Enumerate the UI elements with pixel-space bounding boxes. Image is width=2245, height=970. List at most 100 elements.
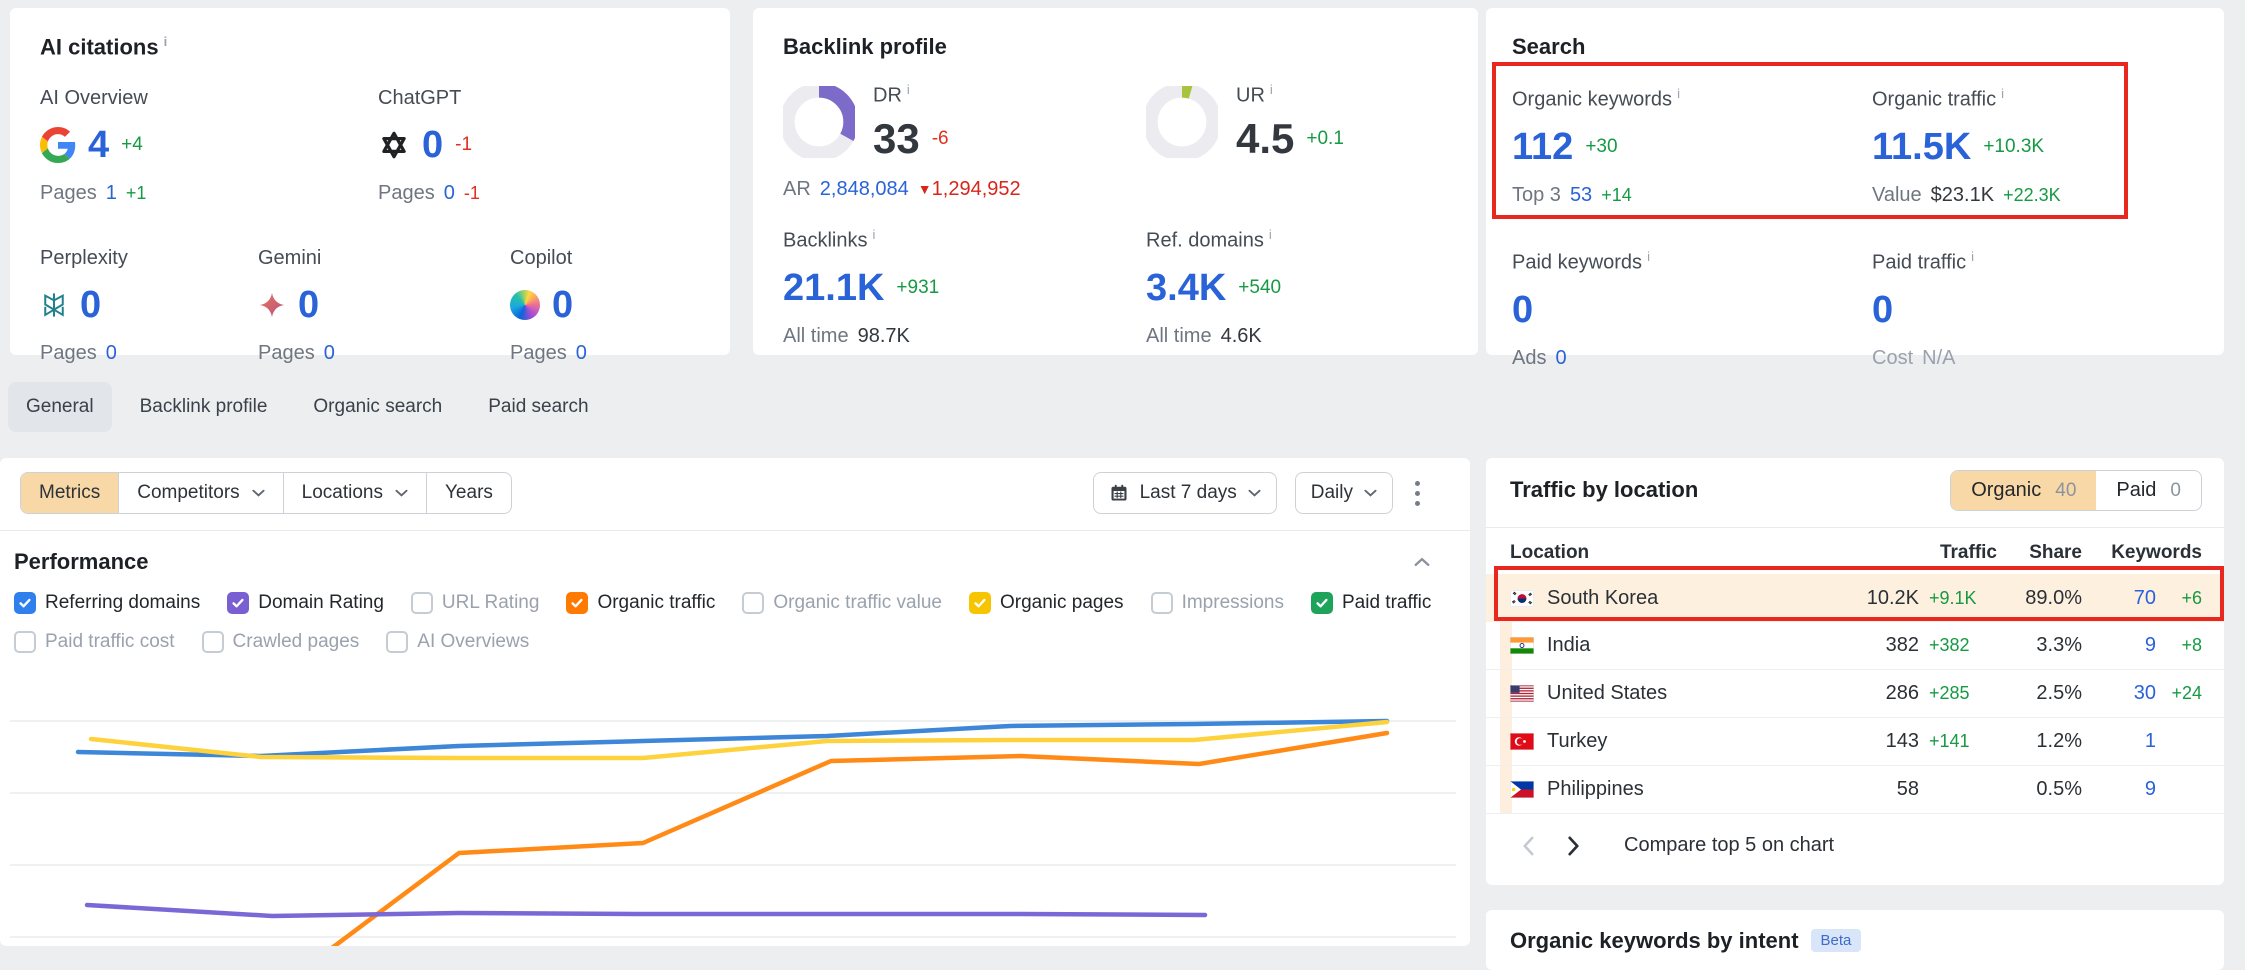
paid-traffic-value[interactable]: 0 [1872, 291, 1893, 329]
column-keywords[interactable]: Keywords [2082, 542, 2202, 564]
checkbox-organic-traffic-value[interactable]: Organic traffic value [742, 592, 942, 614]
ref-domains-value[interactable]: 3.4K [1146, 269, 1226, 307]
pages-label: Pages [40, 342, 97, 365]
paid-toggle[interactable]: Paid0 [2096, 471, 2201, 510]
ur-value: 4.5 [1236, 118, 1294, 160]
keywords-value[interactable]: 9 [2145, 778, 2156, 801]
metric-label: Ref. domainsi [1146, 227, 1281, 253]
checkbox-impressions[interactable]: Impressions [1151, 592, 1284, 614]
tab-paid-search[interactable]: Paid search [470, 382, 606, 432]
organic-keywords-value[interactable]: 112 [1512, 128, 1573, 166]
ref-domains-delta: +540 [1238, 277, 1281, 299]
table-row-south-korea: South Korea 10.2K+9.1K 89.0% 70+6 [1486, 574, 2224, 622]
info-icon[interactable]: i [1971, 249, 1974, 264]
checkbox-organic-traffic[interactable]: Organic traffic [566, 592, 715, 614]
traffic-value: 286 [1886, 682, 1919, 705]
gemini-value[interactable]: 0 [298, 286, 319, 324]
ur-delta: +0.1 [1306, 128, 1344, 150]
paid-count: 0 [2170, 480, 2181, 502]
section-tabs: General Backlink profile Organic search … [8, 382, 607, 432]
backlink-profile-card: Backlink profile DRi 33 -6 AR 2,848,084 [753, 8, 1478, 355]
checkbox-domain-rating[interactable]: Domain Rating [227, 592, 384, 614]
perplexity-value[interactable]: 0 [80, 286, 101, 324]
info-icon[interactable]: i [1647, 249, 1650, 264]
chevron-down-icon [395, 489, 408, 497]
keywords-value[interactable]: 30 [2134, 682, 2156, 705]
date-range-button[interactable]: Last 7 days [1093, 472, 1277, 514]
traffic-delta: +382 [1929, 635, 1997, 656]
metrics-button[interactable]: Metrics [21, 473, 118, 513]
column-share[interactable]: Share [1997, 542, 2082, 564]
column-traffic[interactable]: Traffic [1807, 542, 1997, 564]
chatgpt-value[interactable]: 0 [422, 126, 443, 164]
prev-page-button[interactable] [1522, 836, 1535, 856]
collapse-chevron-icon[interactable] [1414, 557, 1430, 567]
location-name: South Korea [1547, 587, 1658, 610]
pages-value[interactable]: 0 [106, 342, 117, 365]
pages-value[interactable]: 1 [106, 182, 117, 205]
chatgpt-icon [378, 129, 410, 161]
keywords-value[interactable]: 1 [2145, 730, 2156, 753]
share-value: 2.5% [1997, 682, 2082, 705]
paid-keywords-value[interactable]: 0 [1512, 291, 1533, 329]
copilot-metric: Copilot 0 Pages0 [510, 247, 587, 365]
ai-overview-value[interactable]: 4 [88, 126, 109, 164]
info-icon[interactable]: i [164, 34, 168, 49]
traffic-value: 382 [1886, 634, 1919, 657]
share-value: 0.5% [1997, 778, 2082, 801]
pages-value[interactable]: 0 [444, 182, 455, 205]
info-icon[interactable]: i [1270, 82, 1273, 97]
info-icon[interactable]: i [907, 82, 910, 97]
ar-value[interactable]: 2,848,084 [820, 178, 909, 201]
checkbox-crawled-pages[interactable]: Crawled pages [202, 631, 360, 653]
metric-checkbox-row-2: Paid traffic cost Crawled pages AI Overv… [0, 631, 1470, 653]
backlinks-value[interactable]: 21.1K [783, 269, 884, 307]
info-icon[interactable]: i [872, 227, 875, 242]
competitors-button[interactable]: Competitors [118, 473, 282, 513]
checkbox-referring-domains[interactable]: Referring domains [14, 592, 200, 614]
checkbox-paid-traffic[interactable]: Paid traffic [1311, 592, 1431, 614]
info-icon[interactable]: i [1677, 86, 1680, 101]
all-time-label: All time [783, 325, 849, 348]
copilot-value[interactable]: 0 [552, 286, 573, 324]
pages-label: Pages [258, 342, 315, 365]
tab-organic-search[interactable]: Organic search [295, 382, 460, 432]
organic-count: 40 [2055, 480, 2076, 502]
tab-backlink-profile[interactable]: Backlink profile [122, 382, 286, 432]
keywords-value[interactable]: 70 [2134, 587, 2156, 610]
checkbox-organic-pages[interactable]: Organic pages [969, 592, 1124, 614]
checkbox-url-rating[interactable]: URL Rating [411, 592, 540, 614]
checkbox-ai-overviews[interactable]: AI Overviews [386, 631, 529, 653]
checkbox-paid-traffic-cost[interactable]: Paid traffic cost [14, 631, 175, 653]
authority-rank: AR 2,848,084 ▼1,294,952 [783, 178, 1146, 201]
paid-keywords-metric: Paid keywordsi 0 Ads0 [1512, 249, 1872, 370]
info-icon[interactable]: i [2001, 86, 2004, 101]
calendar-icon [1109, 483, 1129, 503]
organic-toggle[interactable]: Organic40 [1951, 471, 2096, 510]
pages-value[interactable]: 0 [576, 342, 587, 365]
locations-button[interactable]: Locations [283, 473, 426, 513]
top3-value[interactable]: 53 [1570, 184, 1592, 207]
tab-general[interactable]: General [8, 382, 112, 432]
keywords-value[interactable]: 9 [2145, 634, 2156, 657]
gemini-icon [258, 291, 286, 319]
info-icon[interactable]: i [1269, 227, 1272, 242]
traffic-delta: +141 [1929, 731, 1997, 752]
traffic-value: 58 [1897, 778, 1919, 801]
chevron-down-icon [252, 489, 265, 497]
share-value: 1.2% [1997, 730, 2082, 753]
column-location[interactable]: Location [1510, 542, 1807, 564]
keywords-delta: +8 [2156, 635, 2202, 656]
years-button[interactable]: Years [426, 473, 511, 513]
compare-top5-link[interactable]: Compare top 5 on chart [1624, 834, 1834, 857]
organic-traffic-value[interactable]: 11.5K [1872, 128, 1971, 166]
ads-value[interactable]: 0 [1555, 347, 1566, 370]
performance-line-chart [0, 665, 1470, 946]
table-row-philippines: Philippines 58 0.5% 9 [1486, 766, 2224, 814]
next-page-button[interactable] [1567, 836, 1580, 856]
granularity-button[interactable]: Daily [1295, 472, 1393, 514]
organic-paid-toggle: Organic40 Paid0 [1950, 470, 2202, 511]
pages-value[interactable]: 0 [324, 342, 335, 365]
domain-rating-metric: DRi 33 -6 AR 2,848,084 ▼1,294,952 [783, 82, 1146, 201]
more-options-button[interactable] [1411, 474, 1424, 512]
